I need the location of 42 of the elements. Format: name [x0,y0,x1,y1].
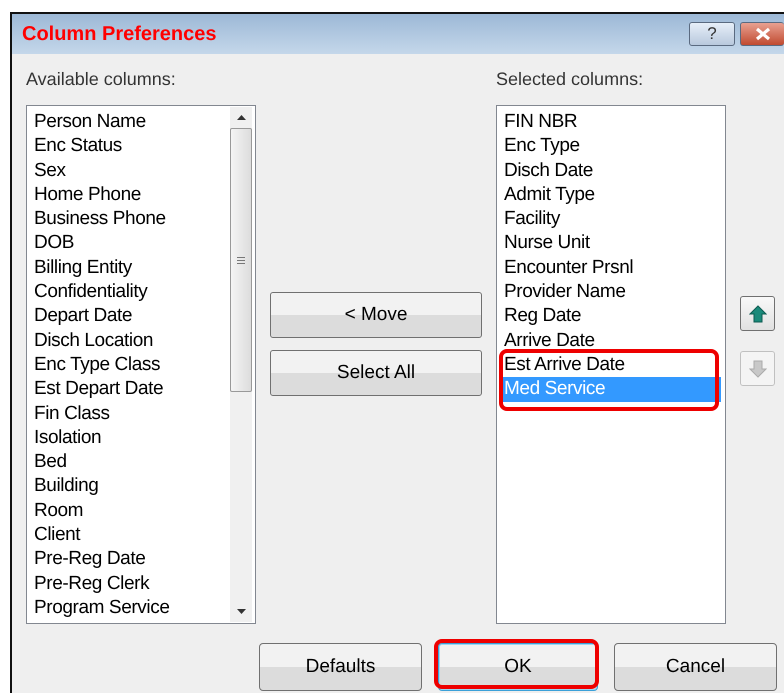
list-label: Selected columns: [496,69,644,90]
list-item[interactable]: Fin Class [33,402,230,426]
list-item[interactable]: DOB [33,231,230,256]
list-item[interactable]: Person Name [33,110,230,134]
list-item[interactable]: Isolation [33,426,230,450]
list-item[interactable]: Pre-Reg Clerk [33,572,230,596]
list-item[interactable]: Facility [503,207,725,232]
list-item[interactable]: Pre-Reg Date [33,547,230,572]
list-item[interactable]: Depart Date [33,304,230,329]
list-action-button[interactable]: Select All [270,350,482,396]
list-item[interactable]: Reg Date [503,304,725,329]
list-item[interactable]: Provider Name [503,280,725,304]
list-item[interactable]: Home Phone [33,182,230,208]
list-item[interactable]: Arrive Date [503,328,725,353]
list-item[interactable]: Building [33,474,230,499]
selected-list[interactable]: FIN NBR Enc Type Disch Date Admit Type Facility Nurse Unit Encounter Prsnl Provider Name Reg Date Arrive Date Est Arrive Date Med Service [496,105,726,624]
list-item[interactable]: Nurse Unit [503,231,725,256]
list-item[interactable]: Confidentiality [33,280,230,304]
list-item[interactable]: Disch Location [33,328,230,353]
window-title: Column Preferences [22,22,217,46]
help-button[interactable]: ? [689,22,735,46]
list-item[interactable]: Program Service [33,596,230,620]
list-item[interactable]: Client [33,523,230,548]
list-item[interactable]: Business Phone [33,207,230,232]
list-item[interactable]: Enc Status [33,134,230,159]
list-item[interactable]: FIN NBR [503,110,725,134]
list-item[interactable]: Admit Type [503,182,725,208]
list-item[interactable]: Est Arrive Date [503,352,725,378]
list-label: Available columns: [26,69,177,90]
dialog-button[interactable]: Defaults [259,643,422,691]
list-item[interactable]: Bed [33,450,230,474]
dialog-button[interactable]: OK [438,643,598,691]
list-item[interactable]: Enc Type [503,134,725,159]
list-item[interactable]: Encounter Prsnl [503,256,725,280]
list-item[interactable]: Est Depart Date [33,377,230,402]
list-action-button[interactable]: < Move [270,292,482,338]
list-item[interactable]: Enc Type Class [33,352,230,378]
list-item[interactable]: Billing Entity [33,256,230,280]
list-item[interactable]: Room [33,498,230,524]
dialog-button[interactable]: Cancel [614,643,777,691]
list-item[interactable]: Disch Date [503,158,725,183]
list-item[interactable]: Sex [33,158,230,183]
